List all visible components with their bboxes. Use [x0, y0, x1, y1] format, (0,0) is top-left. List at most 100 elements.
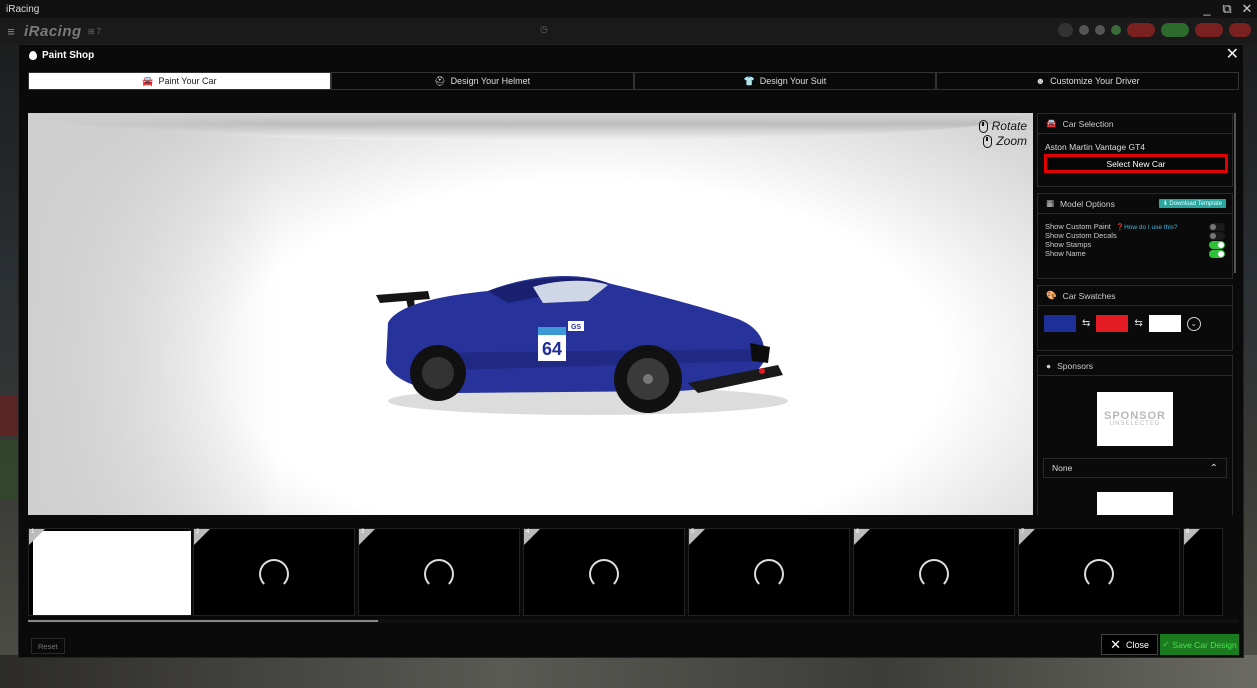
- tab-label: Design Your Helmet: [450, 76, 531, 86]
- loading-spinner-icon: [919, 559, 949, 589]
- save-car-design-button[interactable]: ✓ Save Car Design: [1160, 634, 1239, 655]
- tab-customize-your-driver[interactable]: ☻ Customize Your Driver: [936, 72, 1239, 90]
- section-title: Car Selection: [1062, 118, 1114, 129]
- sponsor-placeholder-sub: UNSELECTED: [1109, 421, 1161, 427]
- tab-design-your-suit[interactable]: 👕 Design Your Suit: [633, 72, 937, 90]
- color-swatch-secondary[interactable]: [1096, 315, 1129, 332]
- toggle-show-custom-paint[interactable]: [1209, 222, 1225, 231]
- rear-wing: [376, 291, 430, 303]
- status-dot-icon[interactable]: [1095, 25, 1105, 35]
- car-3d-viewport[interactable]: Rotate Zoom 64 GS: [28, 113, 1033, 515]
- wheel-hub: [643, 374, 653, 384]
- scrollbar-thumb[interactable]: [28, 620, 378, 622]
- rotate-hint: Rotate: [978, 119, 1027, 133]
- toggle-show-custom-decals[interactable]: [1209, 231, 1225, 240]
- modal-close-button[interactable]: ✕: [1226, 45, 1239, 65]
- select-new-car-button[interactable]: Select New Car: [1045, 155, 1227, 172]
- sponsor-placeholder-text: SPONSOR: [1103, 410, 1166, 422]
- thumbnail-slot[interactable]: 6: [853, 528, 1015, 616]
- app-nav-bar: ≡ iRacing ⊞ 7 ◷: [0, 18, 1257, 44]
- menu-icon[interactable]: ≡: [0, 24, 22, 39]
- download-template-button[interactable]: ⬇ Download Template: [1158, 199, 1226, 208]
- tow-hook: [759, 368, 765, 374]
- modal-title: Paint Shop: [42, 49, 95, 61]
- right-panel-scrollbar[interactable]: [1234, 113, 1236, 273]
- color-swatch-tertiary[interactable]: [1148, 315, 1181, 332]
- window-title: iRacing: [6, 3, 40, 15]
- status-chip[interactable]: [1127, 23, 1155, 37]
- front-grille: [750, 343, 770, 363]
- thumbnail-slot[interactable]: 7: [1018, 528, 1180, 616]
- selected-car-name: Aston Martin Vantage GT4: [1045, 142, 1146, 152]
- slot-number: 7: [1021, 529, 1025, 535]
- thumbnail-slot[interactable]: 4: [523, 528, 685, 616]
- clock-icon: ◷: [540, 24, 548, 34]
- status-dot-icon[interactable]: [1111, 25, 1121, 35]
- zoom-label: Zoom: [996, 134, 1027, 148]
- mouse-left-icon: [978, 119, 988, 133]
- option-label: Show Stamps: [1045, 240, 1092, 249]
- thumbnail-slot[interactable]: 5: [688, 528, 850, 616]
- app-logo[interactable]: iRacing: [24, 23, 82, 40]
- chevron-down-icon[interactable]: ⌄: [1186, 316, 1201, 331]
- swap-icon[interactable]: ⇆: [1134, 318, 1142, 329]
- minimize-button[interactable]: _: [1197, 0, 1217, 18]
- sponsor-slot-1[interactable]: SPONSOR UNSELECTED: [1097, 392, 1173, 446]
- option-show-name: Show Name: [1045, 249, 1225, 258]
- close-label: Close: [1125, 639, 1149, 650]
- reset-button[interactable]: Reset: [31, 638, 65, 654]
- color-swatch-primary[interactable]: [1044, 315, 1076, 332]
- thumbnail-preview: [33, 531, 191, 615]
- status-chip[interactable]: [1195, 23, 1223, 37]
- section-header: 🚘 Car Selection: [1038, 114, 1232, 134]
- sponsor-icon: ●: [1046, 360, 1052, 371]
- thumbnail-slot[interactable]: 3: [358, 528, 520, 616]
- sponsor-slot-2[interactable]: [1097, 492, 1173, 515]
- car-selection-section: 🚘 Car Selection Aston Martin Vantage GT4…: [1037, 113, 1233, 187]
- thumbnail-slot[interactable]: 1: [28, 528, 191, 616]
- paint-drop-icon: [29, 50, 37, 60]
- slot-number: 6: [856, 529, 860, 535]
- modal-footer: Reset ✕ Close ✓ Save Car Design: [19, 631, 1245, 659]
- close-button[interactable]: ✕ Close: [1101, 634, 1158, 655]
- toggle-show-name[interactable]: [1209, 249, 1225, 258]
- thumbnail-slot[interactable]: 2: [193, 528, 355, 616]
- zoom-hint: Zoom: [983, 134, 1027, 148]
- thumbnail-slot[interactable]: 8: [1183, 528, 1223, 616]
- status-dot-icon[interactable]: [1079, 25, 1089, 35]
- model-options-section: ▦ Model Options ⬇ Download Template Show…: [1037, 193, 1233, 279]
- thumbnail-scrollbar[interactable]: [28, 619, 1239, 623]
- sponsor-select-1[interactable]: None ⌃: [1043, 458, 1227, 478]
- status-chip[interactable]: [1229, 23, 1251, 37]
- chevron-up-icon: ⌃: [1209, 462, 1218, 474]
- status-chip[interactable]: [1161, 23, 1189, 37]
- swatch-icon: 🎨: [1046, 290, 1057, 300]
- section-header: 🎨 Car Swatches: [1038, 286, 1232, 306]
- grid-icon: ▦: [1046, 198, 1055, 208]
- option-label: Show Custom Decals: [1045, 231, 1117, 240]
- toggle-show-stamps[interactable]: [1209, 240, 1225, 249]
- car-badge: GS: [571, 324, 581, 331]
- restore-button[interactable]: ⧉: [1217, 0, 1237, 18]
- car-model[interactable]: 64 GS: [358, 253, 788, 423]
- tab-design-your-helmet[interactable]: ⛑ Design Your Helmet: [330, 72, 634, 90]
- option-label: Show Name: [1045, 249, 1086, 258]
- tab-label: Design Your Suit: [759, 76, 827, 86]
- tab-paint-your-car[interactable]: 🚘 Paint Your Car: [28, 72, 331, 90]
- option-label: Show Custom Paint: [1045, 222, 1111, 231]
- window-titlebar: iRacing _ ⧉ ✕: [0, 0, 1257, 18]
- tab-label: Customize Your Driver: [1050, 76, 1140, 86]
- status-chip[interactable]: [1058, 23, 1073, 37]
- paint-shop-tabs: 🚘 Paint Your Car ⛑ Design Your Helmet 👕 …: [28, 72, 1239, 90]
- section-header: ▦ Model Options ⬇ Download Template: [1038, 194, 1232, 214]
- section-body: Show Custom Paint ❓How do I use this? Sh…: [1038, 214, 1232, 264]
- sponsors-section: ● Sponsors SPONSOR UNSELECTED None ⌃: [1037, 355, 1233, 515]
- modal-header: Paint Shop ✕: [19, 45, 1245, 65]
- swap-icon[interactable]: ⇆: [1082, 318, 1090, 329]
- section-title: Sponsors: [1057, 360, 1094, 371]
- loading-spinner-icon: [1084, 559, 1114, 589]
- right-options-panel[interactable]: 🚘 Car Selection Aston Martin Vantage GT4…: [1037, 113, 1233, 515]
- window-close-button[interactable]: ✕: [1237, 0, 1257, 18]
- mouse-scroll-icon: [983, 134, 993, 148]
- help-link[interactable]: ❓How do I use this?: [1116, 224, 1178, 231]
